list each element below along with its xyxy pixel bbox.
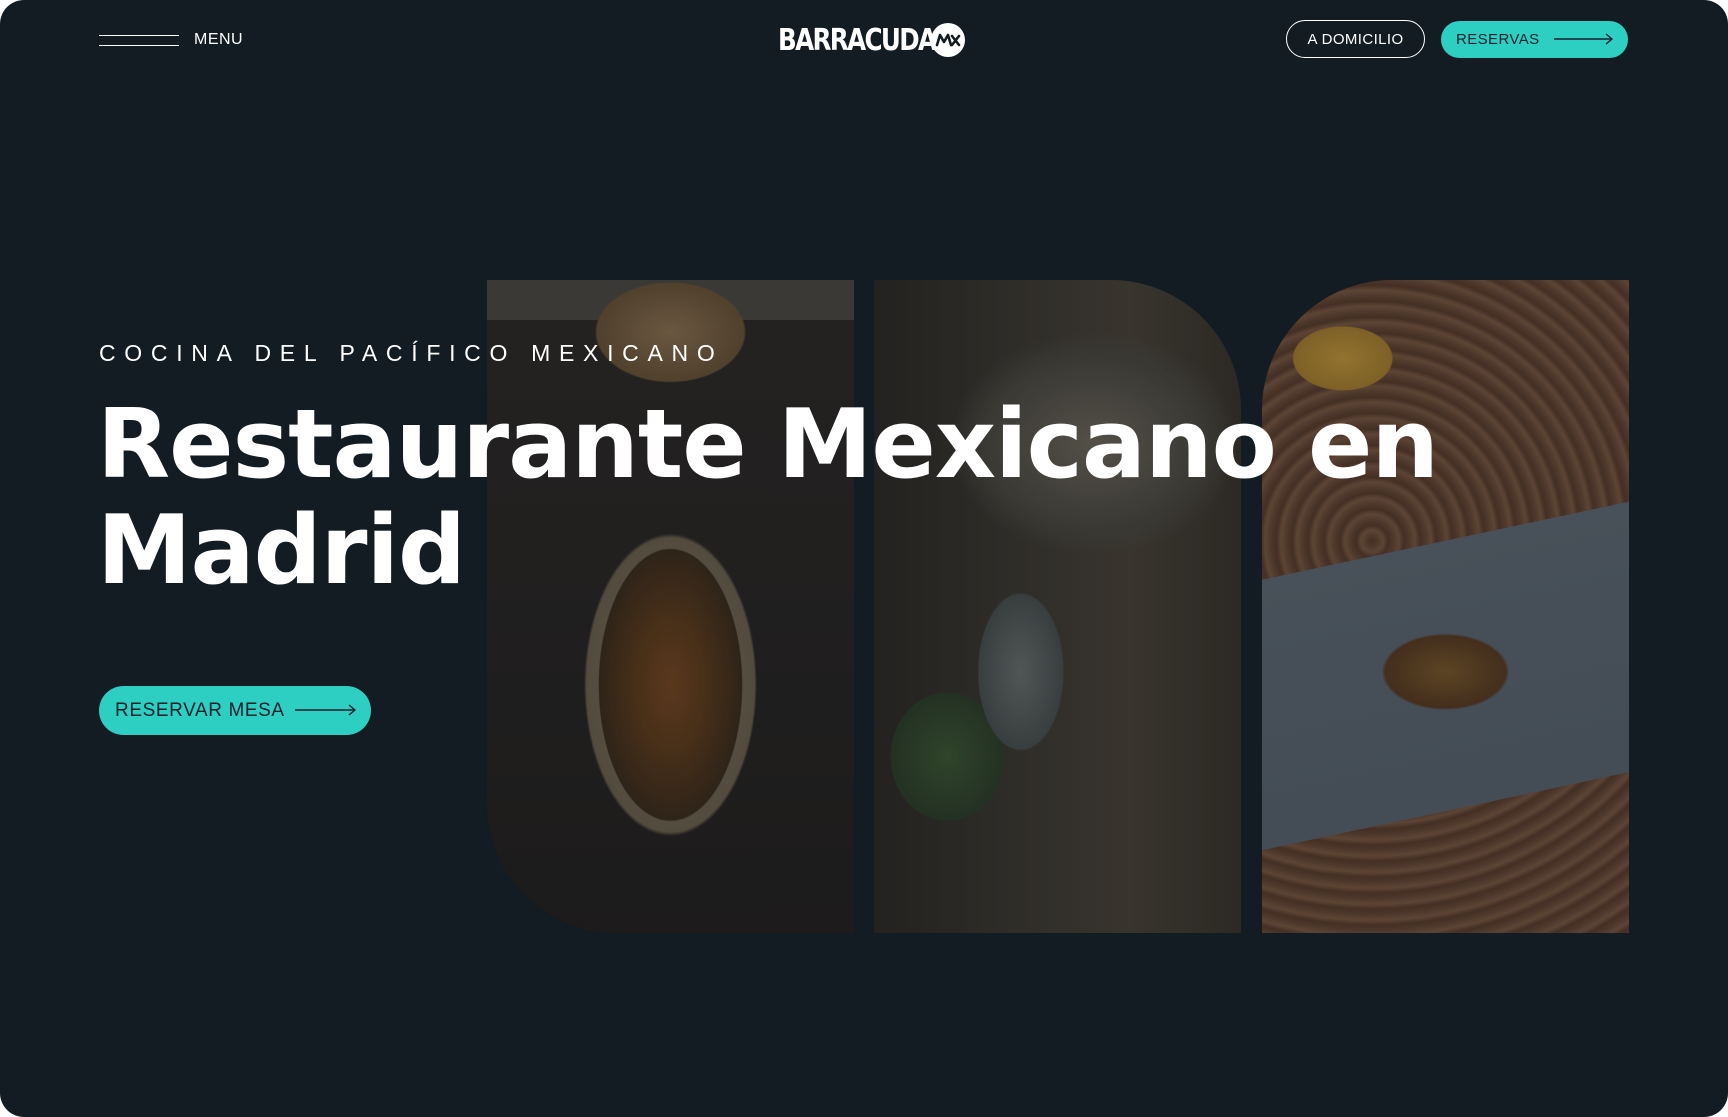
- hero-photo-fish-dish: [487, 280, 854, 933]
- reservations-button[interactable]: RESERVAS: [1441, 21, 1628, 58]
- book-table-button-label: RESERVAR MESA: [115, 699, 285, 721]
- reservations-button-label: RESERVAS: [1456, 31, 1540, 48]
- hero-photo-bartender: [874, 280, 1241, 933]
- arrow-right-icon: [295, 704, 357, 716]
- menu-toggle[interactable]: MENU: [99, 22, 243, 58]
- hero-title: Restaurante Mexicano en Madrid: [97, 390, 1439, 606]
- logo[interactable]: BARRACUDA: [778, 20, 965, 60]
- book-table-button[interactable]: RESERVAR MESA: [99, 686, 371, 735]
- hero-eyebrow: COCINA DEL PACÍFICO MEXICANO: [99, 340, 724, 366]
- hamburger-icon: [99, 33, 179, 47]
- delivery-button-label: A DOMICILIO: [1307, 30, 1404, 48]
- mx-badge-icon: [931, 23, 965, 57]
- menu-label: MENU: [194, 31, 244, 48]
- delivery-button[interactable]: A DOMICILIO: [1286, 20, 1425, 58]
- logo-text: BARRACUDA: [778, 22, 937, 58]
- hero-photo-tostada: [1262, 280, 1629, 933]
- page: MENU BARRACUDA A DOMICILIO RESERVAS COCI…: [0, 0, 1728, 1117]
- arrow-right-icon: [1554, 33, 1614, 45]
